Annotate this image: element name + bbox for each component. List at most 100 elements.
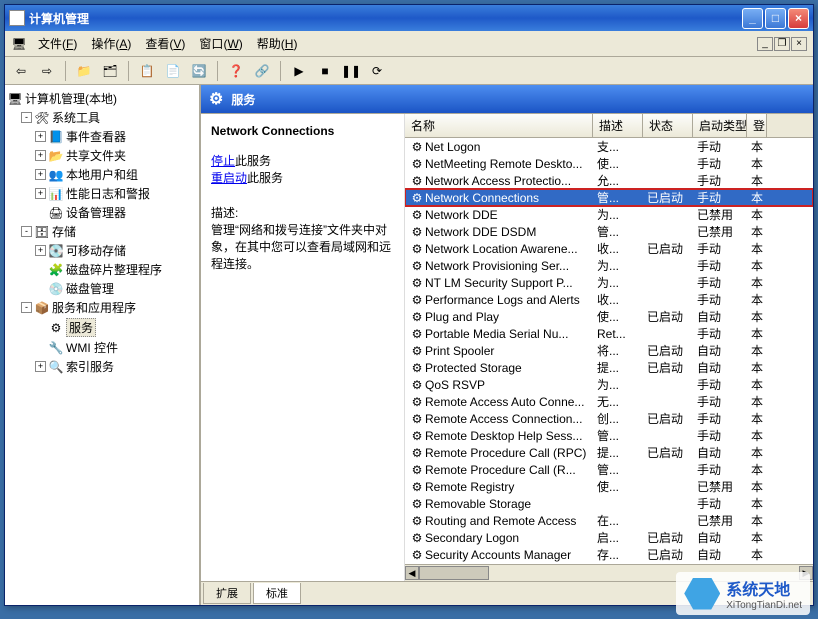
tab-standard[interactable]: 标准	[253, 583, 301, 604]
service-row[interactable]: ⚙Performance Logs and Alerts收...手动本	[405, 291, 813, 308]
refresh-icon[interactable]: 🔄	[189, 61, 209, 81]
expand-icon[interactable]: +	[35, 150, 46, 161]
col-logon[interactable]: 登	[747, 114, 767, 137]
tree-storage[interactable]: -🗄存储	[7, 222, 197, 241]
tree-removable-storage[interactable]: +💽可移动存储	[7, 241, 197, 260]
pause-icon[interactable]: ❚❚	[341, 61, 361, 81]
service-row[interactable]: ⚙Remote Access Connection...创...已启动手动本	[405, 410, 813, 427]
play-icon[interactable]: ▶	[289, 61, 309, 81]
menu-action[interactable]: 操作(A)	[85, 33, 137, 54]
service-row[interactable]: ⚙Remote Access Auto Conne...无...手动本	[405, 393, 813, 410]
tree-disk-mgmt[interactable]: 💿磁盘管理	[7, 279, 197, 298]
service-icon: ⚙	[409, 173, 425, 189]
tree-defrag[interactable]: 🧩磁盘碎片整理程序	[7, 260, 197, 279]
maximize-button[interactable]: □	[765, 8, 786, 29]
service-desc: 启...	[593, 529, 643, 546]
service-row[interactable]: ⚙Network Provisioning Ser...为...手动本	[405, 257, 813, 274]
expand-icon[interactable]: +	[35, 188, 46, 199]
list-body[interactable]: ⚙Net Logon支...手动本⚙NetMeeting Remote Desk…	[405, 138, 813, 564]
col-desc[interactable]: 描述	[593, 114, 643, 137]
help-icon[interactable]: ❓	[226, 61, 246, 81]
link-icon[interactable]: 🔗	[252, 61, 272, 81]
mdi-restore[interactable]: ❐	[774, 37, 790, 51]
scope-tree[interactable]: 🖥计算机管理(本地) -🛠系统工具 +📘事件查看器 +📂共享文件夹 +👥本地用户…	[5, 85, 201, 605]
tree-index[interactable]: +🔍索引服务	[7, 357, 197, 376]
service-row[interactable]: ⚙Network DDE DSDM管...已禁用本	[405, 223, 813, 240]
collapse-icon[interactable]: -	[21, 112, 32, 123]
tree-root[interactable]: 🖥计算机管理(本地)	[7, 89, 197, 108]
stop-service-link[interactable]: 停止	[211, 154, 235, 168]
service-logon: 本	[747, 223, 767, 240]
service-name: Protected Storage	[425, 361, 522, 375]
service-row[interactable]: ⚙Remote Desktop Help Sess...管...手动本	[405, 427, 813, 444]
service-row[interactable]: ⚙NT LM Security Support P...为...手动本	[405, 274, 813, 291]
collapse-icon[interactable]: -	[21, 226, 32, 237]
expand-icon[interactable]: +	[35, 245, 46, 256]
menu-file[interactable]: 文件(F)	[32, 33, 83, 54]
col-status[interactable]: 状态	[643, 114, 693, 137]
storage-icon: 🗄	[34, 224, 50, 240]
collapse-icon[interactable]: -	[21, 302, 32, 313]
service-row[interactable]: ⚙Protected Storage提...已启动自动本	[405, 359, 813, 376]
tree-services-apps[interactable]: -📦服务和应用程序	[7, 298, 197, 317]
service-row[interactable]: ⚙Routing and Remote Access在...已禁用本	[405, 512, 813, 529]
service-icon: ⚙	[409, 190, 425, 206]
expand-icon[interactable]: +	[35, 131, 46, 142]
back-button[interactable]: ⇦	[11, 61, 31, 81]
tree-event-viewer[interactable]: +📘事件查看器	[7, 127, 197, 146]
minimize-button[interactable]: _	[742, 8, 763, 29]
scroll-thumb[interactable]	[419, 566, 489, 580]
tree-system-tools[interactable]: -🛠系统工具	[7, 108, 197, 127]
service-desc: 提...	[593, 359, 643, 376]
scroll-left-icon[interactable]: ◀	[405, 566, 419, 580]
menu-view[interactable]: 查看(V)	[139, 33, 191, 54]
tree-shared-folders[interactable]: +📂共享文件夹	[7, 146, 197, 165]
mdi-close[interactable]: ×	[791, 37, 807, 51]
service-row[interactable]: ⚙NetMeeting Remote Deskto...使...手动本	[405, 155, 813, 172]
col-startup[interactable]: 启动类型	[693, 114, 747, 137]
service-row[interactable]: ⚙Network Connections管...已启动手动本	[405, 189, 813, 206]
tree-perf-logs[interactable]: +📊性能日志和警报	[7, 184, 197, 203]
service-startup: 自动	[693, 308, 747, 325]
service-icon: ⚙	[409, 275, 425, 291]
stop-icon[interactable]: ■	[315, 61, 335, 81]
expand-icon[interactable]: +	[35, 169, 46, 180]
restart-icon[interactable]: ⟳	[367, 61, 387, 81]
forward-button[interactable]: ⇨	[37, 61, 57, 81]
service-row[interactable]: ⚙Network Location Awarene...收...已启动手动本	[405, 240, 813, 257]
service-row[interactable]: ⚙Remote Procedure Call (R...管...手动本	[405, 461, 813, 478]
service-row[interactable]: ⚙Network Access Protectio...允...手动本	[405, 172, 813, 189]
service-row[interactable]: ⚙Secondary Logon启...已启动自动本	[405, 529, 813, 546]
watermark: 系统天地 XiTongTianDi.net	[676, 572, 810, 615]
tree-wmi[interactable]: 🔧WMI 控件	[7, 338, 197, 357]
tree-local-users[interactable]: +👥本地用户和组	[7, 165, 197, 184]
service-row[interactable]: ⚙Removable Storage手动本	[405, 495, 813, 512]
expand-icon[interactable]: +	[35, 361, 46, 372]
show-hide-tree-icon[interactable]: 🗂	[100, 61, 120, 81]
col-name[interactable]: 名称	[405, 114, 593, 137]
tab-extended[interactable]: 扩展	[203, 583, 251, 604]
service-startup: 手动	[693, 376, 747, 393]
restart-service-link[interactable]: 重启动	[211, 171, 247, 185]
properties-icon[interactable]: 📋	[137, 61, 157, 81]
menu-window[interactable]: 窗口(W)	[193, 33, 248, 54]
titlebar[interactable]: 🖥 计算机管理 _ □ ×	[5, 5, 813, 31]
service-row[interactable]: ⚙QoS RSVP为...手动本	[405, 376, 813, 393]
menu-help[interactable]: 帮助(H)	[251, 33, 304, 54]
service-logon: 本	[747, 376, 767, 393]
up-folder-icon[interactable]: 📁	[74, 61, 94, 81]
export-icon[interactable]: 📄	[163, 61, 183, 81]
service-row[interactable]: ⚙Security Accounts Manager存...已启动自动本	[405, 546, 813, 563]
service-row[interactable]: ⚙Print Spooler将...已启动自动本	[405, 342, 813, 359]
tree-device-manager[interactable]: 🖨设备管理器	[7, 203, 197, 222]
service-desc: 支...	[593, 138, 643, 155]
service-row[interactable]: ⚙Network DDE为...已禁用本	[405, 206, 813, 223]
service-row[interactable]: ⚙Remote Procedure Call (RPC)提...已启动自动本	[405, 444, 813, 461]
service-row[interactable]: ⚙Plug and Play使...已启动自动本	[405, 308, 813, 325]
service-row[interactable]: ⚙Net Logon支...手动本	[405, 138, 813, 155]
service-row[interactable]: ⚙Portable Media Serial Nu...Ret...手动本	[405, 325, 813, 342]
service-row[interactable]: ⚙Remote Registry使...已禁用本	[405, 478, 813, 495]
mdi-minimize[interactable]: _	[757, 37, 773, 51]
tree-services[interactable]: ⚙服务	[7, 317, 197, 338]
close-button[interactable]: ×	[788, 8, 809, 29]
